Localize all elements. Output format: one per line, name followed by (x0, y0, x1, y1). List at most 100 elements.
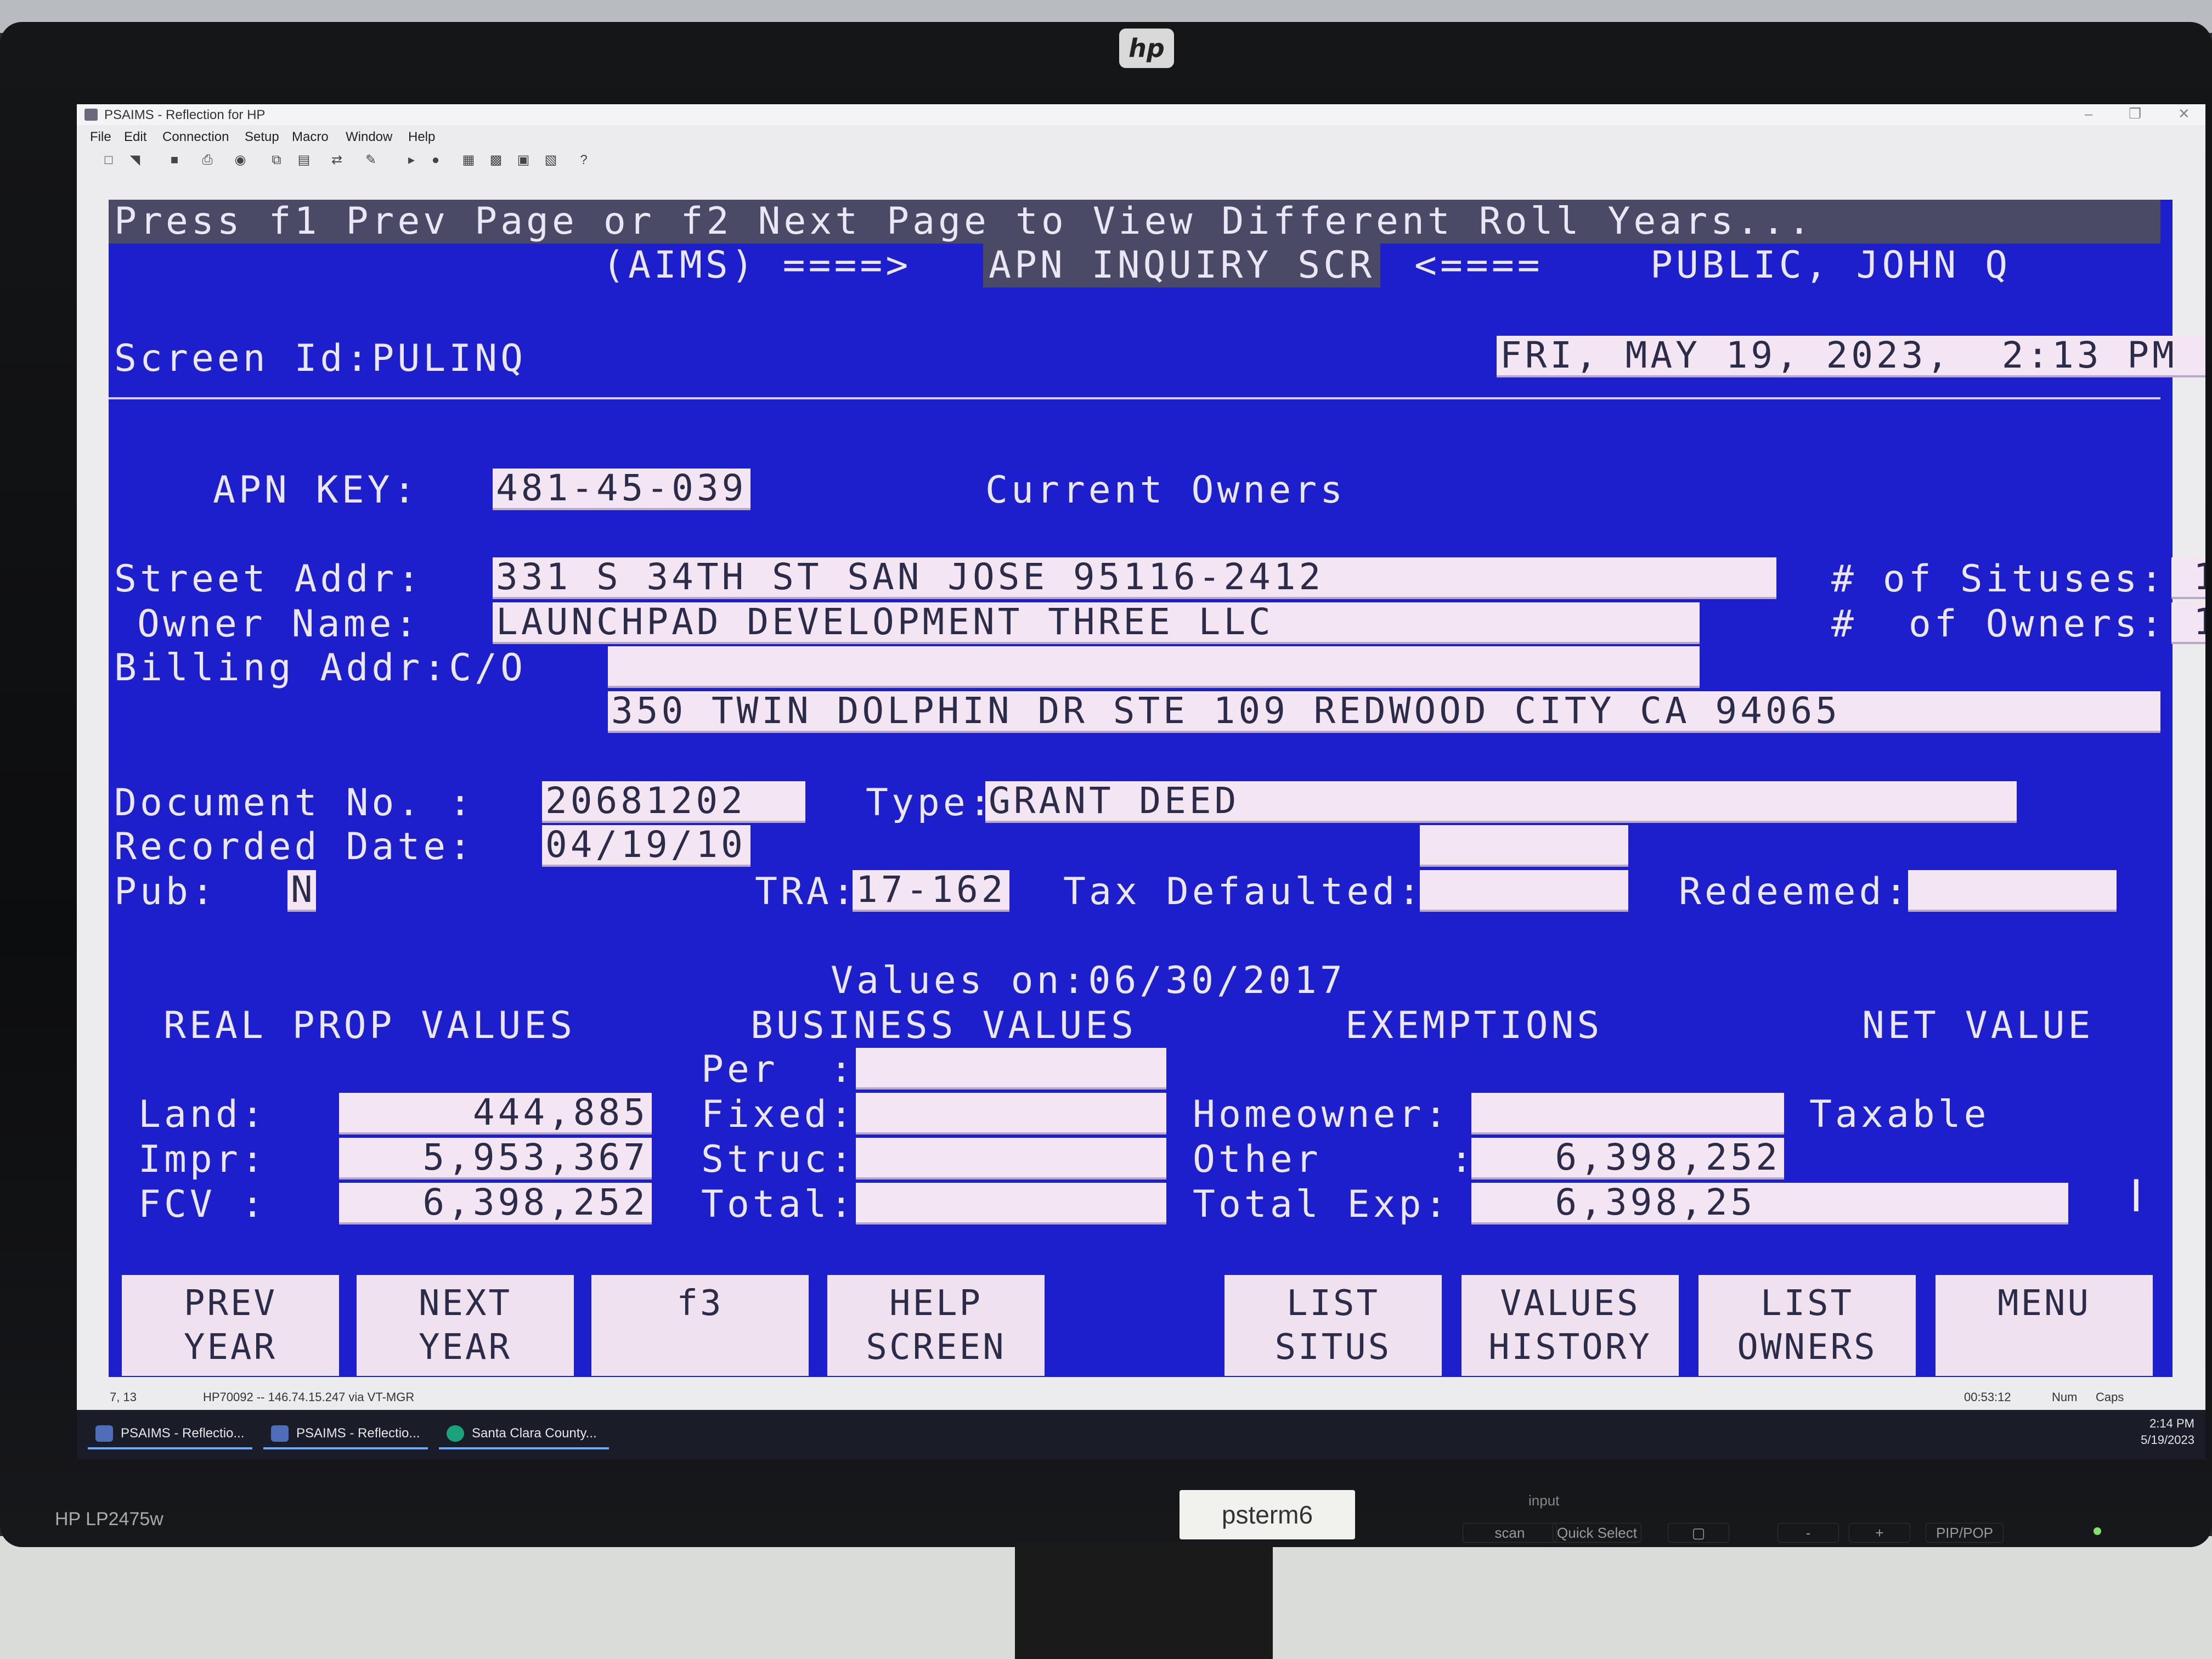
help-icon[interactable]: ? (576, 153, 591, 168)
display-icon[interactable]: ▩ (488, 153, 504, 168)
menu-file[interactable]: File (90, 129, 111, 145)
caps-lock-indicator: Caps (2096, 1390, 2124, 1404)
impr-field[interactable]: 5,953,367 (339, 1138, 652, 1180)
open-icon[interactable]: ◥ (127, 153, 143, 168)
menu-help[interactable]: Help (408, 129, 435, 145)
menu-edit[interactable]: Edit (124, 129, 146, 145)
screen-icon[interactable]: ▣ (516, 153, 531, 168)
terminal-screen[interactable]: Press f1 Prev Page or f2 Next Page to Vi… (109, 200, 2205, 1377)
taskbar-item-label: PSAIMS - Reflectio... (121, 1426, 245, 1441)
owners-field[interactable]: 1 (2171, 602, 2205, 644)
owners-label: # of Owners: (1831, 602, 2166, 646)
redeemed-field[interactable] (1908, 870, 2117, 912)
f3-button[interactable]: f3 (591, 1275, 809, 1376)
text-cursor-icon: I (2130, 1171, 2143, 1222)
print-icon[interactable]: ⎙ (200, 153, 215, 168)
struc-field[interactable] (856, 1138, 1166, 1180)
taxable-label: Taxable (1809, 1093, 1990, 1136)
values-history-button[interactable]: VALUES HISTORY (1462, 1275, 1679, 1376)
record-icon[interactable]: ● (428, 153, 443, 168)
taxable-field[interactable] (1756, 1183, 2068, 1224)
quick-select-button[interactable]: Quick Select (1553, 1523, 1641, 1543)
copy-icon[interactable]: ⧉ (269, 153, 284, 168)
street-field[interactable]: 331 S 34TH ST SAN JOSE 95116-2412 (493, 557, 1776, 599)
window-title: PSAIMS - Reflection for HP (104, 108, 266, 122)
owner-field[interactable]: LAUNCHPAD DEVELOPMENT THREE LLC (493, 602, 1700, 644)
clock-date: 5/19/2023 (2141, 1433, 2194, 1447)
per-field[interactable] (856, 1048, 1166, 1090)
land-field[interactable]: 444,885 (339, 1093, 652, 1135)
toolbar: □ ◥ ■ ⎙ ◉ ⧉ ▤ ⇄ ✎ ▸ ● ▦ ▩ ▣ ▧ ? (77, 147, 2205, 174)
edge-browser-icon (447, 1425, 464, 1442)
monitor-stand (1015, 1542, 1273, 1659)
connect-icon[interactable]: ⇄ (329, 153, 345, 168)
divider-line (109, 397, 2160, 399)
reflection-app-icon (95, 1425, 113, 1442)
type-field[interactable]: GRANT DEED (985, 781, 2017, 823)
paste-icon[interactable]: ▤ (296, 153, 312, 168)
billing-addr-field[interactable]: 350 TWIN DOLPHIN DR STE 109 REDWOOD CITY… (608, 691, 2160, 733)
taskbar-item[interactable]: Santa Clara County... (439, 1418, 609, 1449)
input-icon-button[interactable]: ▢ (1668, 1523, 1729, 1543)
prev-year-button[interactable]: PREV YEAR (122, 1275, 339, 1376)
pip-pop-button[interactable]: PIP/POP (1926, 1523, 2004, 1543)
struc-label: Struc: (701, 1138, 856, 1181)
menu-button[interactable]: MENU (1936, 1275, 2153, 1376)
apn-label: APN KEY: (213, 469, 419, 512)
list-situs-button[interactable]: LIST SITUS (1224, 1275, 1442, 1376)
redeemed-label: Redeemed: (1679, 870, 1911, 913)
apn-field[interactable]: 481-45-039 (493, 469, 751, 510)
taskbar-clock[interactable]: 2:14 PM 5/19/2023 (2141, 1415, 2194, 1448)
menu-window[interactable]: Window (346, 129, 392, 145)
recorded-field[interactable]: 04/19/10 (542, 825, 751, 867)
homeowner-field[interactable] (1471, 1093, 1784, 1135)
business-total-field[interactable] (856, 1183, 1166, 1224)
homeowner-label: Homeowner: (1193, 1093, 1451, 1136)
taskbar-item[interactable]: PSAIMS - Reflectio... (88, 1418, 252, 1449)
fcv-field[interactable]: 6,398,252 (339, 1183, 652, 1224)
tax-defaulted-field[interactable] (1420, 870, 1628, 912)
fixed-field[interactable] (856, 1093, 1166, 1135)
fcv-label: FCV : (138, 1183, 267, 1226)
tra-field[interactable]: 17-162 (853, 870, 1009, 912)
list-owners-button[interactable]: LIST OWNERS (1699, 1275, 1916, 1376)
other-field[interactable]: 6,398,252 (1471, 1138, 1784, 1180)
reflection-app-icon (271, 1425, 289, 1442)
docno-field[interactable]: 20681202 (542, 781, 805, 823)
billing-co-field[interactable] (608, 646, 1700, 688)
situses-field[interactable]: 1 (2171, 557, 2205, 599)
close-icon[interactable]: ✕ (2178, 105, 2190, 122)
billing-label: Billing Addr:C/O (114, 646, 527, 690)
settings-icon[interactable]: ✎ (363, 153, 379, 168)
total-exp-field[interactable]: 6,398,252 (1471, 1183, 1784, 1224)
elapsed-time: 00:53:12 (1964, 1390, 2011, 1404)
scan-button[interactable]: scan (1463, 1523, 1557, 1543)
menu-setup[interactable]: Setup (245, 129, 279, 145)
minimize-icon[interactable]: – (2085, 105, 2092, 122)
taskbar-item[interactable]: PSAIMS - Reflectio... (263, 1418, 428, 1449)
app-icon (84, 109, 98, 121)
restore-icon[interactable]: ❐ (2129, 105, 2141, 122)
menu-connection[interactable]: Connection (162, 129, 229, 145)
pub-label: Pub: (114, 870, 217, 913)
total-exp-label: Total Exp: (1193, 1183, 1451, 1226)
screen-id: Screen Id:PULINQ (114, 337, 527, 380)
find-icon[interactable]: ◉ (233, 153, 248, 168)
help-screen-button[interactable]: HELP SCREEN (827, 1275, 1045, 1376)
plus-button[interactable]: + (1849, 1523, 1910, 1543)
menu-macro[interactable]: Macro (292, 129, 329, 145)
minus-button[interactable]: - (1778, 1523, 1839, 1543)
new-icon[interactable]: □ (101, 153, 116, 168)
play-icon[interactable]: ▸ (404, 153, 419, 168)
input-label: input (1528, 1492, 1560, 1509)
header-user: PUBLIC, JOHN Q (1650, 244, 2011, 287)
pub-field[interactable]: N (287, 870, 316, 912)
next-year-button[interactable]: NEXT YEAR (357, 1275, 574, 1376)
keypad-icon[interactable]: ▦ (461, 153, 476, 168)
save-icon[interactable]: ■ (167, 153, 182, 168)
power-led (2094, 1527, 2101, 1535)
tra-label: TRA: (755, 870, 858, 913)
header-screen-name: APN INQUIRY SCR (983, 244, 1381, 287)
layout-icon[interactable]: ▧ (543, 153, 558, 168)
land-label: Land: (138, 1093, 267, 1136)
